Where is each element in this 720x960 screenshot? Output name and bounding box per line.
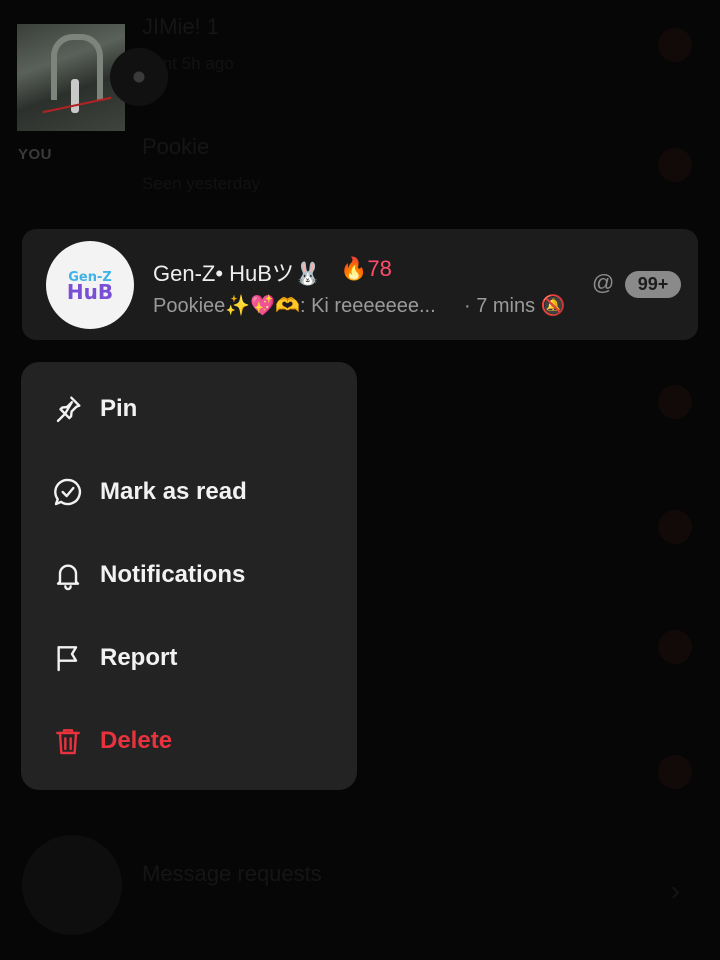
your-story-label: YOU: [18, 146, 53, 163]
bg-row-subtitle: Sent 5h ago: [142, 54, 234, 73]
menu-item-delete[interactable]: Delete: [21, 706, 357, 776]
chat-preview: Pookiee✨💖🫶: Ki reeeeeee...: [153, 295, 436, 317]
chat-context-menu: Pin Mark as read Notifications Report De…: [21, 362, 357, 790]
mark-read-icon: [51, 475, 85, 509]
bg-camera-icon: [658, 148, 692, 182]
trash-icon: [51, 724, 85, 758]
selected-chat-row[interactable]: Gen-Z HuB Gen-Z• HuBツ🐰 🔥78 Pookiee✨💖🫶: K…: [22, 229, 698, 340]
chevron-right-icon: ›: [670, 875, 680, 906]
avatar-logo-bottom: HuB: [66, 280, 114, 304]
bg-requests-title: Message requests: [142, 861, 322, 886]
group-avatar: Gen-Z HuB: [46, 241, 134, 329]
chat-list-screen: YOU JIMie! 1 Sent 5h ago Pookie Seen yes…: [0, 0, 720, 960]
mention-icon: @: [592, 270, 615, 295]
menu-item-pin[interactable]: Pin: [21, 374, 357, 444]
bg-camera-icon: [658, 630, 692, 664]
menu-item-label: Delete: [100, 727, 173, 754]
menu-item-label: Mark as read: [100, 478, 247, 505]
bg-requests-avatar: [22, 835, 122, 935]
bg-camera-icon: [658, 385, 692, 419]
menu-item-label: Notifications: [100, 561, 246, 588]
story-image-figure: [71, 79, 79, 113]
chat-title: Gen-Z• HuBツ🐰: [153, 261, 322, 286]
bg-row-title: Pookie: [142, 134, 210, 159]
bg-camera-icon: [658, 510, 692, 544]
streak-count: 🔥78: [340, 256, 392, 281]
menu-item-report[interactable]: Report: [21, 623, 357, 693]
menu-item-mark-as-read[interactable]: Mark as read: [21, 457, 357, 527]
chat-time: · 7 mins 🔕: [464, 295, 566, 317]
pin-icon: [51, 392, 85, 426]
menu-item-label: Report: [100, 644, 178, 671]
menu-item-label: Pin: [100, 395, 138, 422]
group-avatar-logo: Gen-Z HuB: [66, 270, 114, 304]
bg-row-title: JIMie! 1: [142, 14, 220, 39]
menu-item-notifications[interactable]: Notifications: [21, 540, 357, 610]
unread-count-badge: 99+: [625, 271, 681, 298]
bell-icon: [51, 558, 85, 592]
flag-icon: [51, 641, 85, 675]
bg-camera-icon: [658, 755, 692, 789]
story-thumbnail[interactable]: [17, 24, 125, 131]
bg-row-subtitle: Seen yesterday: [142, 174, 261, 193]
bg-camera-icon: [658, 28, 692, 62]
